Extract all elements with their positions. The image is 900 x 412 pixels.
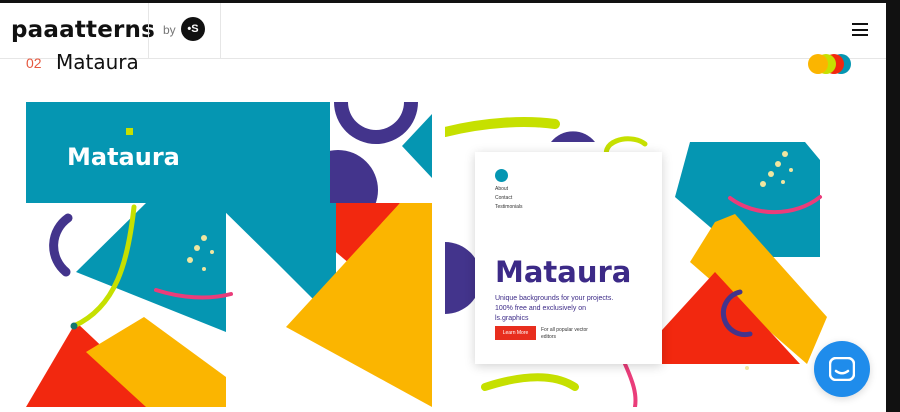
- section-title[interactable]: Mataura: [56, 50, 139, 74]
- window-edge: [886, 0, 900, 412]
- mockup-note: For all popular vector editors: [541, 327, 588, 340]
- mockup-learn-more-button: Learn More: [495, 326, 536, 340]
- pattern-title-tile: Mataura: [26, 102, 330, 203]
- site-logo[interactable]: paaatterns: [11, 17, 155, 43]
- mockup-page: About Contact Testimonials Mataura Uniqu…: [475, 152, 662, 364]
- header-divider: [220, 3, 221, 58]
- mockup-nav-testimonials: Testimonials: [495, 204, 523, 210]
- header-divider: [148, 3, 149, 58]
- brand-logo-icon[interactable]: •S: [181, 17, 205, 41]
- mockup-logo-icon: [495, 169, 508, 182]
- pattern-title: Mataura: [67, 143, 180, 171]
- section-number: 02: [26, 55, 42, 71]
- mockup-title: Mataura: [495, 255, 632, 289]
- color-swatch-icon: [808, 54, 851, 74]
- chat-icon: [829, 357, 855, 381]
- hamburger-menu-icon[interactable]: [852, 23, 868, 36]
- pattern-preview-right[interactable]: About Contact Testimonials Mataura Uniqu…: [445, 102, 875, 407]
- mockup-subtitle: Unique backgrounds for your projects. 10…: [495, 295, 614, 322]
- pattern-preview-left[interactable]: Mataura: [26, 102, 432, 407]
- by-label: by: [163, 23, 176, 37]
- chat-widget-button[interactable]: [814, 341, 870, 397]
- mockup-nav-contact: Contact: [495, 195, 513, 201]
- mockup-nav-about: About: [495, 186, 509, 192]
- mini-logo-icon: [126, 128, 133, 135]
